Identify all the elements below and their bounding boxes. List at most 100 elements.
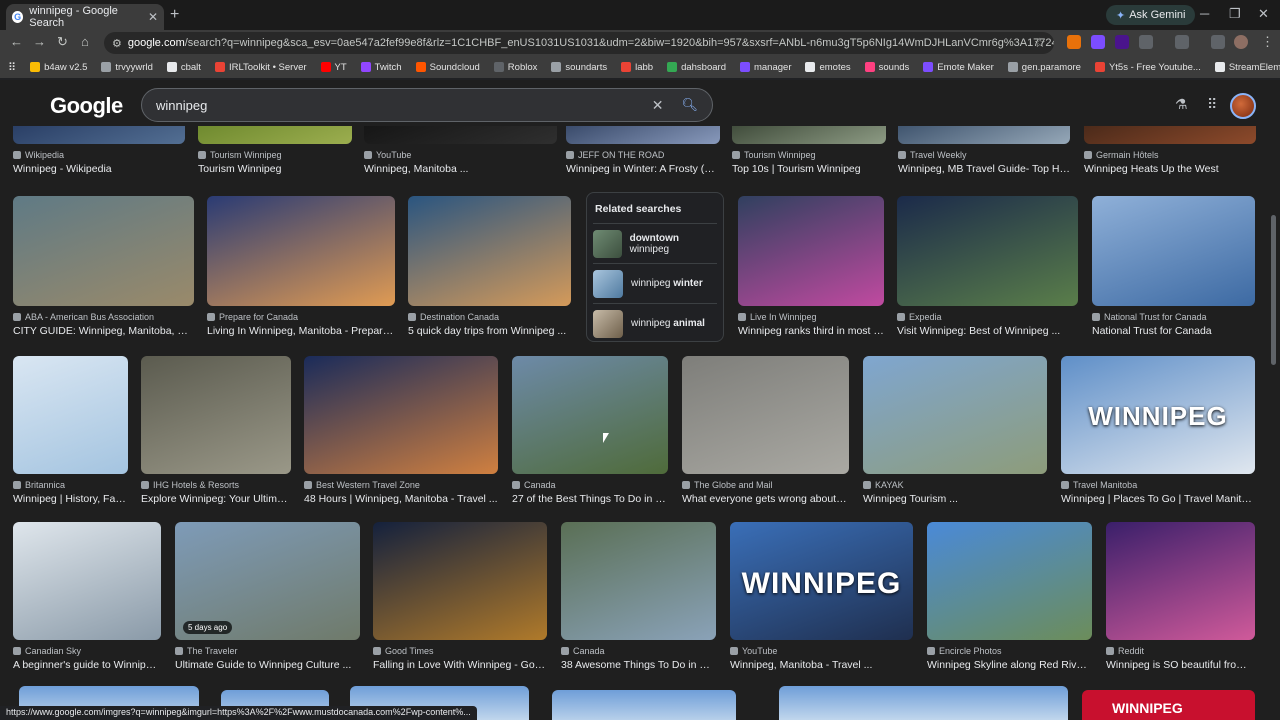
image-result-card[interactable]: WINNIPEG Travel Manitoba Winnipeg | Places… (1061, 356, 1255, 505)
result-thumbnail[interactable] (738, 196, 884, 306)
media-icon[interactable] (1211, 35, 1225, 49)
image-result-card[interactable]: Good Times Falling in Love With Winnipeg … (373, 522, 547, 671)
result-thumbnail[interactable]: 5 days ago (175, 522, 360, 640)
result-thumbnail[interactable]: WINNIPEG (1082, 690, 1255, 720)
extension-icon[interactable] (1067, 35, 1081, 49)
result-title[interactable]: Top 10s | Tourism Winnipeg (732, 163, 886, 175)
related-search-item[interactable]: winnipeg winter (593, 263, 717, 303)
bookmark-star-icon[interactable]: ☆ (1034, 35, 1046, 51)
result-thumbnail[interactable] (898, 126, 1070, 144)
result-thumbnail[interactable] (779, 686, 1068, 720)
window-close-icon[interactable]: ✕ (1258, 6, 1269, 22)
image-result-card[interactable]: YouTube Winnipeg, Manitoba ... (364, 126, 557, 175)
image-result-card[interactable]: The Globe and Mail What everyone gets wro… (682, 356, 849, 505)
bookmark-item[interactable]: Soundcloud (415, 62, 480, 73)
address-bar[interactable]: ⚙ google.com /search?q=winnipeg&sca_esv=… (104, 32, 1054, 54)
result-source[interactable]: Britannica (13, 480, 128, 490)
result-title[interactable]: Living In Winnipeg, Manitoba - Prepare .… (207, 325, 395, 337)
result-thumbnail[interactable] (1092, 196, 1255, 306)
bookmark-item[interactable]: emotes (805, 62, 851, 73)
result-thumbnail[interactable] (566, 126, 720, 144)
image-result-card[interactable]: Prepare for Canada Living In Winnipeg, Ma… (207, 196, 395, 337)
result-source[interactable]: KAYAK (863, 480, 1047, 490)
menu-dots-icon[interactable]: ⋮ (1261, 34, 1274, 50)
result-thumbnail[interactable] (373, 522, 547, 640)
result-title[interactable]: Winnipeg, Manitoba - Travel ... (730, 659, 913, 671)
result-title[interactable]: Winnipeg is SO beautiful from th... (1106, 659, 1255, 671)
result-thumbnail[interactable] (13, 356, 128, 474)
search-icon[interactable]: 🔍︎ (681, 97, 698, 113)
result-thumbnail[interactable] (732, 126, 886, 144)
bookmark-item[interactable]: StreamElements - O... (1214, 62, 1280, 73)
result-title[interactable]: 38 Awesome Things To Do in Ma... (561, 659, 716, 671)
site-info-icon[interactable]: ⚙ (112, 37, 122, 50)
result-thumbnail[interactable] (1106, 522, 1255, 640)
bookmark-item[interactable]: labb (621, 62, 653, 73)
search-input[interactable]: winnipeg (156, 98, 652, 113)
clear-search-icon[interactable]: ✕ (652, 97, 664, 114)
result-source[interactable]: ABA - American Bus Association (13, 312, 194, 322)
related-search-item[interactable]: winnipeg animal (593, 303, 717, 343)
image-result-card[interactable]: ABA - American Bus Association CITY GUIDE… (13, 196, 194, 337)
image-result-card[interactable]: Tourism Winnipeg Tourism Winnipeg (198, 126, 352, 175)
result-title[interactable]: Winnipeg, MB Travel Guide- Top Hotel... (898, 163, 1070, 175)
result-source[interactable]: Tourism Winnipeg (732, 150, 886, 160)
result-title[interactable]: Winnipeg ranks third in most liv... (738, 325, 884, 337)
bookmark-item[interactable]: sounds (864, 62, 909, 73)
result-thumbnail[interactable] (13, 126, 185, 144)
search-box[interactable]: winnipeg ✕ 🔍︎ (141, 88, 713, 122)
labs-flask-icon[interactable]: ⚗ (1175, 96, 1188, 113)
result-source[interactable]: Encircle Photos (927, 646, 1092, 656)
result-source[interactable]: IHG Hotels & Resorts (141, 480, 291, 490)
bookmark-item[interactable]: b4aw v2.5 (30, 62, 87, 73)
result-thumbnail[interactable] (207, 196, 395, 306)
result-thumbnail[interactable] (304, 356, 498, 474)
result-thumbnail[interactable] (1084, 126, 1256, 144)
result-source[interactable]: National Trust for Canada (1092, 312, 1255, 322)
image-result-card[interactable]: Expedia Visit Winnipeg: Best of Winnipeg … (897, 196, 1078, 337)
result-title[interactable]: Falling in Love With Winnipeg - Good ... (373, 659, 547, 671)
result-title[interactable]: Winnipeg Skyline along Red River ... (927, 659, 1092, 671)
scrollbar[interactable] (1271, 215, 1276, 365)
result-source[interactable]: Reddit (1106, 646, 1255, 656)
result-source[interactable]: Wikipedia (13, 150, 185, 160)
apps-grid-icon[interactable]: ⠿ (8, 61, 16, 74)
bookmark-item[interactable]: Yt5s - Free Youtube... (1094, 62, 1201, 73)
image-result-card[interactable]: KAYAK Winnipeg Tourism ... (863, 356, 1047, 505)
bookmark-item[interactable]: trvyywrld (101, 62, 153, 73)
result-title[interactable]: Winnipeg | Places To Go | Travel Manitob… (1061, 493, 1255, 505)
result-source[interactable]: YouTube (730, 646, 913, 656)
forward-icon[interactable]: → (33, 34, 46, 49)
result-source[interactable]: Canadian Sky (13, 646, 161, 656)
google-apps-icon[interactable]: ⠿ (1207, 96, 1217, 113)
result-source[interactable]: Best Western Travel Zone (304, 480, 498, 490)
minimize-icon[interactable]: ─ (1200, 6, 1209, 21)
image-result-card[interactable]: Tourism Winnipeg Top 10s | Tourism Winnip… (732, 126, 886, 175)
image-result-card[interactable]: WINNIPEG YouTube Winnipeg, Manitoba - Trav… (730, 522, 913, 671)
result-thumbnail[interactable] (198, 126, 352, 144)
bookmark-item[interactable]: manager (739, 62, 791, 73)
reload-icon[interactable]: ↻ (57, 34, 68, 50)
result-title[interactable]: Winnipeg - Wikipedia (13, 163, 185, 175)
result-title[interactable]: What everyone gets wrong about Wi... (682, 493, 849, 505)
image-result-card[interactable]: Reddit Winnipeg is SO beautiful from th..… (1106, 522, 1255, 671)
result-title[interactable]: Tourism Winnipeg (198, 163, 352, 175)
bookmark-item[interactable]: IRLToolkit • Server (214, 62, 307, 73)
result-title[interactable]: Winnipeg in Winter: A Frosty (but... (566, 163, 720, 175)
image-result-card[interactable]: 5 days ago The Traveler Ultimate Guide to … (175, 522, 360, 671)
result-source[interactable]: Travel Weekly (898, 150, 1070, 160)
result-source[interactable]: Canada (561, 646, 716, 656)
image-result-card[interactable] (779, 686, 1068, 720)
image-result-card[interactable]: National Trust for Canada National Trust … (1092, 196, 1255, 337)
bookmark-item[interactable]: cbalt (166, 62, 201, 73)
result-title[interactable]: Explore Winnipeg: Your Ultimate... (141, 493, 291, 505)
extensions-puzzle-icon[interactable] (1139, 35, 1153, 49)
result-thumbnail[interactable] (682, 356, 849, 474)
result-thumbnail[interactable] (863, 356, 1047, 474)
result-title[interactable]: 5 quick day trips from Winnipeg ... (408, 325, 571, 337)
result-thumbnail[interactable] (141, 356, 291, 474)
image-result-card[interactable]: Canada 38 Awesome Things To Do in Ma... (561, 522, 716, 671)
result-source[interactable]: Live In Winnipeg (738, 312, 884, 322)
result-title[interactable]: 48 Hours | Winnipeg, Manitoba - Travel .… (304, 493, 498, 505)
result-title[interactable]: A beginner's guide to Winnipeg ... (13, 659, 161, 671)
